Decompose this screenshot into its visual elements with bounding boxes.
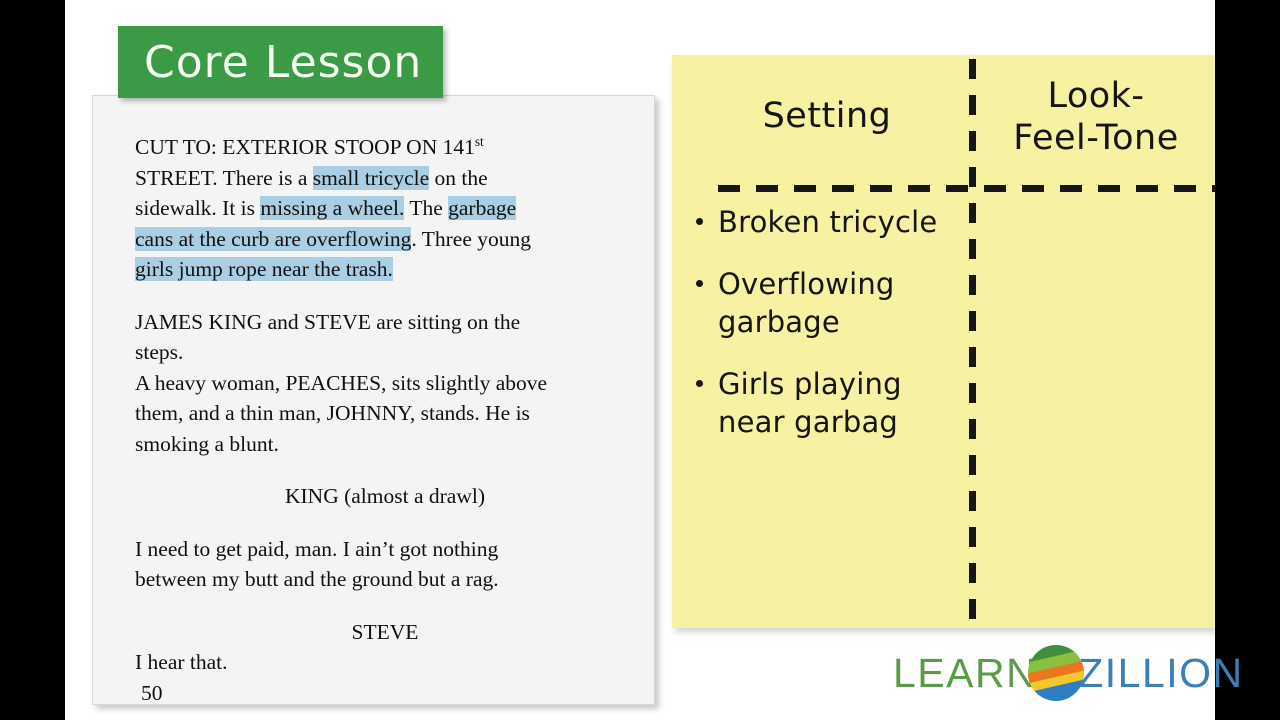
speaker-cue-king: KING (almost a drawl) — [284, 484, 485, 508]
learnzillion-logo: LEARN ZILLION — [893, 645, 1244, 701]
logo-word-learn: LEARN — [893, 649, 1038, 696]
characters-line1: JAMES KING and STEVE are sitting on the — [135, 309, 521, 334]
king-dialogue-line2: between my butt and the ground but a rag… — [135, 567, 499, 591]
scene-line2-pre: STREET. There is a — [135, 165, 313, 190]
description-line3: smoking a blunt. — [135, 431, 279, 456]
script-excerpt-text: CUT TO: EXTERIOR STOOP ON 141st STREET. T… — [135, 132, 635, 705]
highlight-missing-wheel: missing a wheel. — [260, 196, 405, 220]
page-number: 50 — [141, 680, 163, 705]
highlight-small-tricycle: small tricycle — [312, 165, 430, 190]
description-line1: A heavy woman, PEACHES, sits slightly ab… — [135, 370, 548, 395]
scene-line2-post: on the — [429, 165, 488, 190]
bullet-label: Overflowing garbage — [718, 267, 895, 339]
setting-bullet-list: Broken tricycle Overflowing garbage Girl… — [680, 203, 962, 465]
chart-column-headers: Setting Look- Feel-Tone — [672, 55, 1215, 190]
script-paragraph-king-dialogue: I need to get paid, man. I ain’t got not… — [135, 534, 635, 595]
column-header-setting: Setting — [762, 96, 892, 136]
column-header-line2: Feel-Tone — [1013, 118, 1179, 158]
scene-ordinal-suffix: st — [474, 133, 484, 149]
highlight-garbage-cans: cans at the curb are overflowing — [135, 226, 412, 251]
list-item: Broken tricycle — [680, 203, 962, 241]
page-title: Core Lesson — [144, 37, 423, 88]
core-lesson-banner: Core Lesson — [118, 26, 443, 98]
column-header-look-feel-tone: Look- Feel-Tone — [977, 75, 1215, 159]
scene-line3-pre: sidewalk. It is — [135, 196, 261, 220]
characters-line2: steps. — [135, 340, 184, 364]
script-paragraph-description: A heavy woman, PEACHES, sits slightly ab… — [135, 368, 635, 460]
bullet-label: Broken tricycle — [718, 205, 938, 239]
scene-line3-mid: The — [404, 196, 449, 220]
highlight-garbage: garbage — [448, 196, 517, 220]
bullet-dot-icon — [696, 380, 703, 387]
description-line2: them, and a thin man, JOHNNY, stands. He… — [135, 401, 530, 425]
list-item: Overflowing garbage — [680, 265, 962, 341]
speaker-cue-steve: STEVE — [351, 619, 419, 644]
scene-line1-pre: CUT TO: EXTERIOR STOOP ON 141 — [135, 135, 475, 159]
scene-line4-post: . Three young — [411, 226, 532, 251]
bullet-dot-icon — [696, 218, 703, 225]
king-dialogue-line1: I need to get paid, man. I ain’t got not… — [135, 536, 499, 561]
logo-word-zillion: ZILLION — [1078, 649, 1244, 696]
list-item: Girls playing near garbag — [680, 365, 962, 441]
bullet-dot-icon — [696, 280, 703, 287]
letterbox-bar-right — [1215, 0, 1280, 720]
script-paragraph-scene: CUT TO: EXTERIOR STOOP ON 141st STREET. T… — [135, 132, 635, 285]
slide-root: Core Lesson CUT TO: EXTERIOR STOOP ON 14… — [0, 0, 1280, 720]
setting-chart-card: Setting Look- Feel-Tone Broken tricycle … — [672, 55, 1215, 628]
column-divider-dashed-vertical — [969, 59, 976, 628]
bullet-label: Girls playing near garbag — [718, 367, 902, 439]
steve-dialogue-line: I hear that. — [135, 650, 228, 674]
column-header-line1: Look- — [1047, 76, 1145, 116]
highlight-girls-jump-rope: girls jump rope near the trash. — [135, 257, 393, 281]
script-excerpt-card: CUT TO: EXTERIOR STOOP ON 141st STREET. T… — [92, 95, 655, 705]
script-paragraph-characters: JAMES KING and STEVE are sitting on the s… — [135, 307, 635, 368]
header-divider-dashed-horizontal — [718, 185, 1215, 192]
letterbox-bar-left — [0, 0, 65, 720]
globe-icon — [1028, 645, 1085, 701]
